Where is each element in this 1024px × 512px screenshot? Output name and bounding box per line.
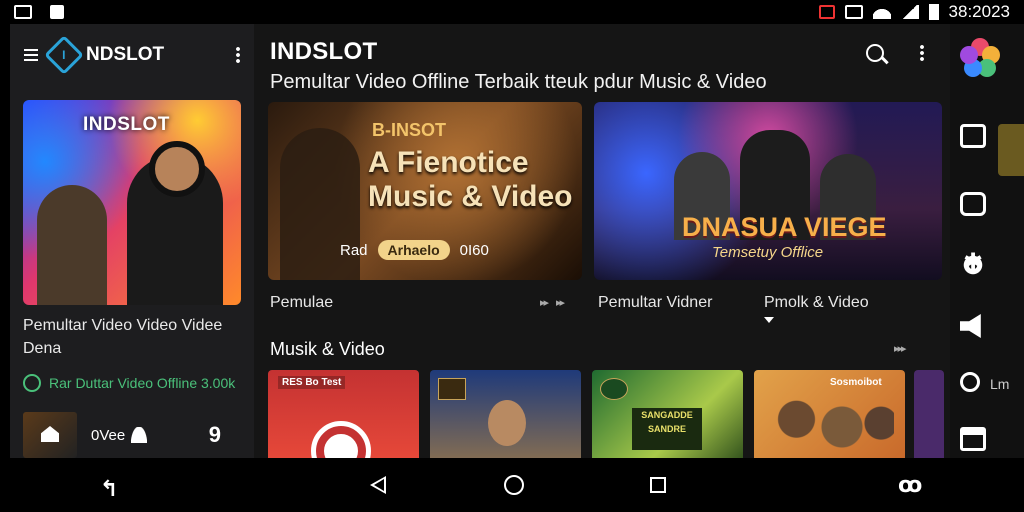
logo-text: NDSLOT bbox=[86, 44, 165, 65]
status-bar: 38:2023 bbox=[0, 0, 1024, 24]
drawer-bottom-row[interactable]: 0Vee 9 bbox=[23, 412, 245, 458]
recents-icon[interactable] bbox=[650, 477, 666, 493]
video-card[interactable]: RES Bo Test bbox=[268, 370, 419, 458]
card-badge-icon bbox=[438, 378, 466, 400]
app-logo: I NDSLOT bbox=[44, 35, 165, 75]
hero-person-image bbox=[37, 185, 107, 305]
wifi-icon bbox=[872, 5, 891, 19]
feature1-pill[interactable]: Arhaelo bbox=[377, 240, 450, 260]
feature1-headline-line2: Music & Video bbox=[368, 180, 573, 213]
download-meta[interactable]: Rar Duttar Video Offline 3.00k bbox=[23, 374, 235, 392]
feature-card-1[interactable]: B-INSOT A Fienotice Music & Video Rad Ar… bbox=[268, 102, 582, 280]
feature1-headline: A Fienotice Music & Video bbox=[368, 146, 573, 214]
section-title: Musik & Video bbox=[270, 339, 385, 359]
hero-title: INDSLOT bbox=[83, 114, 170, 135]
card-logo-image bbox=[311, 421, 371, 458]
image-icon[interactable] bbox=[960, 192, 986, 216]
section-arrows-icon[interactable]: ▸▸▸ bbox=[894, 342, 907, 355]
search-icon[interactable] bbox=[960, 372, 980, 392]
search-icon[interactable] bbox=[866, 44, 884, 62]
drawer-bottom-text: 0Vee bbox=[91, 426, 126, 444]
card-artist-image bbox=[488, 400, 526, 446]
card-label: Sosmoibot bbox=[830, 377, 882, 388]
feature1-info-row: Rad Arhaelo 0I60 bbox=[340, 240, 489, 260]
card-badge-icon bbox=[600, 378, 628, 400]
signal-icon bbox=[900, 5, 919, 19]
assistant-icon[interactable]: ꝏ bbox=[898, 472, 922, 498]
alert-icon bbox=[818, 5, 835, 19]
dropdown-caret-icon[interactable] bbox=[764, 317, 774, 323]
feature1-arrows-icon[interactable] bbox=[540, 296, 574, 309]
feature1-caption[interactable]: Pemulae bbox=[270, 294, 333, 312]
featured-hero-card[interactable]: INDSLOT bbox=[23, 100, 241, 305]
feature1-headline-line1: A Fienotice bbox=[368, 146, 529, 179]
settings-icon[interactable] bbox=[960, 251, 986, 277]
triangle-back-icon[interactable] bbox=[370, 476, 386, 494]
feature2-title: DNASUA VIEGE bbox=[682, 212, 887, 242]
battery-icon bbox=[928, 4, 939, 20]
page-subtitle: Pemultar Video Offline Terbaik tteuk pdu… bbox=[270, 71, 767, 93]
right-rail: Lm bbox=[950, 24, 1024, 458]
download-icon bbox=[23, 374, 41, 392]
notification-icon bbox=[50, 5, 64, 19]
drawer-bottom-number: 9 bbox=[208, 422, 221, 447]
feature2-caption-right[interactable]: Pmolk & Video bbox=[764, 294, 869, 312]
feature1-right-text: 0I60 bbox=[459, 241, 489, 259]
video-card[interactable]: SANGADDE SANDRE bbox=[592, 370, 743, 458]
home-thumbnail-icon bbox=[23, 412, 77, 458]
side-drawer: I NDSLOT INDSLOT Pemultar Video Video Vi… bbox=[10, 24, 254, 458]
video-card[interactable]: Sosmoibot bbox=[754, 370, 905, 458]
more-options-icon[interactable] bbox=[236, 46, 240, 64]
hero-description: Pemultar Video Video Videe Dena bbox=[23, 317, 223, 357]
card-group-image bbox=[764, 388, 894, 458]
back-icon[interactable]: ↰ bbox=[100, 476, 118, 502]
feature1-left-text: Rad bbox=[340, 241, 368, 259]
rail-preview-image bbox=[998, 124, 1024, 176]
calendar-icon[interactable] bbox=[960, 427, 986, 451]
video-card[interactable] bbox=[430, 370, 581, 458]
video-card-peek[interactable] bbox=[914, 370, 944, 458]
user-icon[interactable] bbox=[131, 427, 148, 443]
page-title: INDSLOT bbox=[270, 38, 378, 65]
menu-icon[interactable] bbox=[24, 49, 38, 61]
home-icon[interactable] bbox=[504, 475, 524, 495]
card-label: RES Bo Test bbox=[278, 376, 346, 389]
headphones-image bbox=[149, 141, 205, 197]
main-content: INDSLOT Pemultar Video Offline Terbaik t… bbox=[254, 24, 950, 458]
feature2-caption-left[interactable]: Pemultar Vidner bbox=[598, 294, 712, 312]
video-library-icon[interactable] bbox=[960, 124, 986, 148]
system-nav-bar: ↰ ꝏ bbox=[0, 458, 1024, 512]
logo-mark-icon: I bbox=[44, 35, 84, 75]
status-time: 38:2023 bbox=[948, 2, 1010, 21]
more-options-icon[interactable] bbox=[920, 44, 924, 62]
rail-text: Lm bbox=[990, 376, 1010, 392]
speaker-icon[interactable] bbox=[960, 314, 981, 338]
gallery-icon bbox=[14, 5, 32, 19]
feature-card-2[interactable]: DNASUA VIEGE Temsetuy Offlice bbox=[594, 102, 942, 280]
feature1-brand: B-INSOT bbox=[372, 120, 446, 140]
photos-app-icon[interactable] bbox=[960, 38, 1000, 78]
card-sign-text: SANGADDE SANDRE bbox=[632, 408, 702, 450]
download-meta-text: Rar Duttar Video Offline 3.00k bbox=[49, 375, 236, 391]
nfc-icon bbox=[844, 5, 863, 19]
feature2-subtitle: Temsetuy Offlice bbox=[712, 244, 824, 261]
